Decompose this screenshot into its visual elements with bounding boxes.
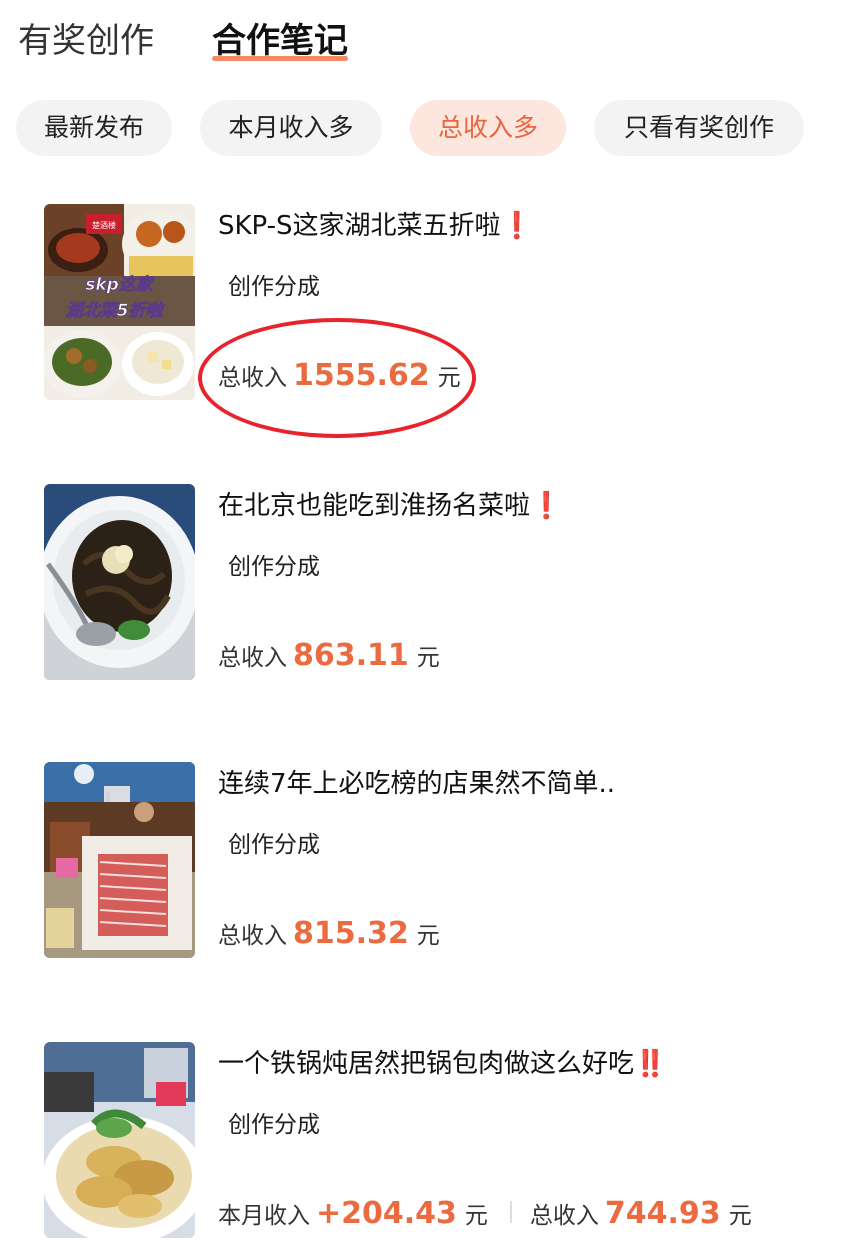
note-thumbnail[interactable]: 楚酒楼 skp这家 湖北菜5折啦 [44, 204, 195, 400]
revenue-share-tag: 创作分成 [228, 274, 320, 300]
currency-unit: 元 [416, 645, 440, 671]
note-title-text: SKP-S这家湖北菜五折啦 [218, 211, 501, 241]
income-row: 总收入 1555.62 元 [218, 358, 461, 402]
total-income-amount: 863.11 [293, 638, 409, 673]
note-title[interactable]: 在北京也能吃到淮扬名菜啦❗ [218, 486, 562, 526]
filter-monthly-income[interactable]: 本月收入多 [200, 100, 382, 156]
thumbnail-caption-line2: 湖北菜5折啦 [66, 301, 166, 321]
note-card[interactable]: 连续7年上必吃榜的店果然不简单.. 创作分成 总收入 815.32 元 [0, 762, 860, 1002]
currency-unit: 元 [464, 1203, 488, 1229]
total-income-amount: 815.32 [293, 916, 409, 951]
food-photo-image: 楚酒楼 skp这家 湖北菜5折啦 [44, 204, 195, 400]
filter-total-income[interactable]: 总收入多 [410, 100, 566, 156]
note-title[interactable]: 连续7年上必吃榜的店果然不简单.. [218, 764, 615, 804]
note-thumbnail[interactable] [44, 1042, 195, 1238]
currency-unit: 元 [437, 365, 461, 391]
revenue-share-tag: 创作分成 [228, 1112, 320, 1138]
note-card[interactable]: 在北京也能吃到淮扬名菜啦❗ 创作分成 总收入 863.11 元 [0, 484, 860, 724]
revenue-share-tag: 创作分成 [228, 832, 320, 858]
income-row: 本月收入 +204.43 元 总收入 744.93 元 [218, 1196, 752, 1240]
note-card[interactable]: 楚酒楼 skp这家 湖北菜5折啦 SKP-S这家湖北菜五折啦❗ 创作分成 总收入… [0, 204, 860, 444]
note-title-text: 在北京也能吃到淮扬名菜啦 [218, 491, 531, 521]
total-income-label: 总收入 [529, 1203, 599, 1229]
thumbnail-caption-line1: skp这家 [85, 275, 156, 295]
note-title[interactable]: 一个铁锅炖居然把锅包肉做这么好吃‼️ [218, 1044, 666, 1084]
divider [509, 1201, 512, 1223]
total-income-label: 总收入 [218, 645, 287, 671]
note-title-text: 连续7年上必吃榜的店果然不简单.. [218, 769, 616, 799]
food-photo-image [44, 484, 195, 680]
revenue-share-tag: 创作分成 [228, 554, 320, 580]
note-thumbnail[interactable] [44, 484, 195, 680]
note-title[interactable]: SKP-S这家湖北菜五折啦❗ [218, 206, 533, 246]
total-income-label: 总收入 [218, 923, 287, 949]
filter-latest[interactable]: 最新发布 [16, 100, 172, 156]
restaurant-logo-text: 楚酒楼 [92, 220, 116, 230]
note-title-text: 一个铁锅炖居然把锅包肉做这么好吃 [218, 1049, 635, 1079]
filter-chip-bar: 最新发布 本月收入多 总收入多 只看有奖创作 [0, 100, 860, 156]
income-row: 总收入 863.11 元 [218, 638, 440, 682]
top-tab-bar: 有奖创作 合作笔记 [0, 0, 860, 80]
income-row: 总收入 815.32 元 [218, 916, 440, 960]
total-income-label: 总收入 [218, 365, 287, 391]
total-income-amount: 1555.62 [293, 358, 430, 393]
double-exclamation-icon: ‼️ [634, 1049, 667, 1079]
note-card[interactable]: 一个铁锅炖居然把锅包肉做这么好吃‼️ 创作分成 本月收入 +204.43 元 总收入 7… [0, 1042, 860, 1255]
currency-unit: 元 [416, 923, 440, 949]
note-thumbnail[interactable] [44, 762, 195, 958]
food-photo-image [44, 1042, 195, 1238]
currency-unit: 元 [728, 1203, 752, 1229]
exclamation-icon: ❗ [530, 491, 563, 521]
exclamation-icon: ❗ [500, 211, 533, 241]
monthly-income-amount: +204.43 [316, 1196, 457, 1231]
monthly-income-label: 本月收入 [218, 1203, 310, 1229]
active-tab-indicator [212, 56, 348, 61]
food-photo-image [44, 762, 195, 958]
tab-rewarded-creation[interactable]: 有奖创作 [18, 16, 154, 66]
total-income-amount: 744.93 [604, 1196, 721, 1231]
filter-rewarded-only[interactable]: 只看有奖创作 [594, 100, 804, 156]
